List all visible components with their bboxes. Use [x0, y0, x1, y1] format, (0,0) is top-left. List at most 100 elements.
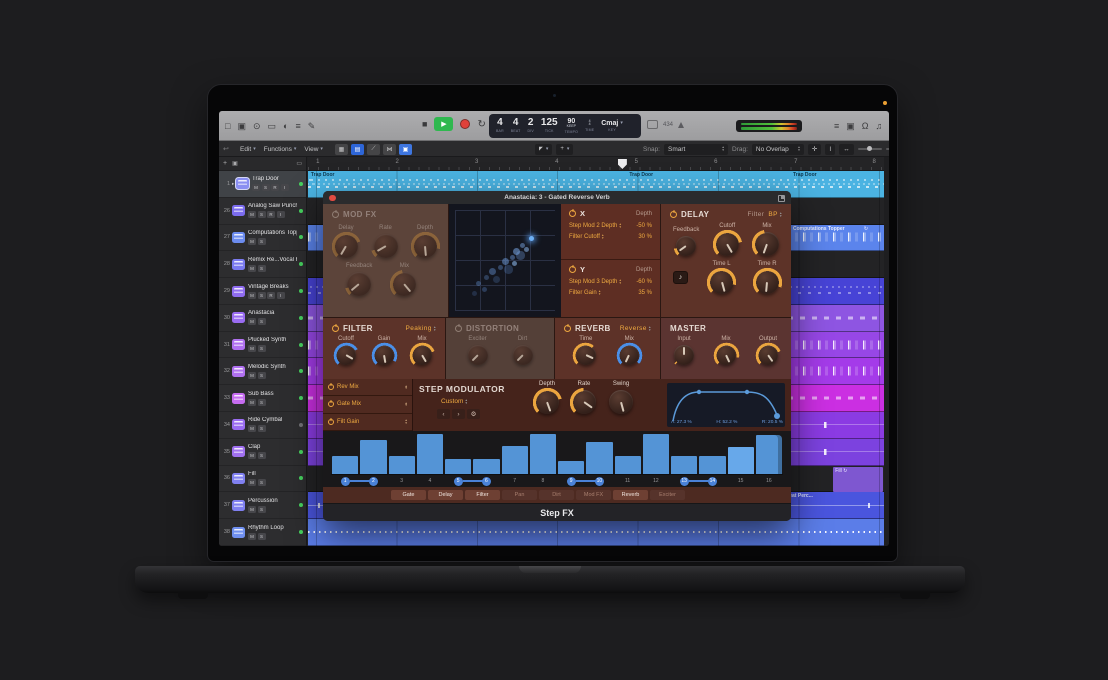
distortion-exciter-knob[interactable] [468, 345, 488, 365]
step-bar[interactable] [502, 446, 528, 474]
mute-button[interactable]: M [248, 399, 256, 406]
input-monitor-button[interactable]: I [277, 211, 285, 218]
step-bar[interactable] [332, 456, 358, 474]
step-column[interactable]: 3 [388, 434, 416, 487]
track-row[interactable]: 35 Clap M S [219, 439, 306, 466]
mute-button[interactable]: M [248, 238, 256, 245]
modulation-target-row[interactable]: Filt Gain ▴▾ [323, 414, 412, 431]
mixer-icon[interactable]: ≡ [295, 121, 300, 131]
delay-mix-knob[interactable] [755, 232, 779, 256]
delay-time-r-knob[interactable] [755, 270, 779, 294]
step-bar[interactable] [671, 456, 697, 474]
secondary-tool-menu[interactable]: +▾ [556, 144, 573, 155]
mod-fx-delay-knob[interactable] [334, 234, 358, 258]
media-browser-icon[interactable]: ♫ [876, 121, 883, 131]
x-power-icon[interactable] [569, 210, 576, 217]
delay-feedback-knob[interactable] [676, 236, 696, 256]
pointer-tool-menu[interactable]: ◤▾ [535, 144, 552, 155]
filter-mix-knob[interactable] [412, 345, 432, 365]
mute-button[interactable]: M [248, 265, 256, 272]
lcd-key[interactable]: Cmaj [601, 120, 618, 127]
step-bar[interactable] [615, 456, 641, 474]
close-icon[interactable] [329, 195, 336, 202]
step-column[interactable]: 8 [529, 434, 557, 487]
step-bar[interactable] [473, 459, 499, 474]
horizontal-zoom-slider[interactable] [858, 148, 882, 150]
step-bar[interactable] [728, 447, 754, 474]
track-row[interactable]: 27 Computations Topper M S [219, 225, 306, 252]
filter-gain-knob[interactable] [374, 345, 394, 365]
link-icon[interactable] [778, 195, 785, 202]
step-column[interactable]: 14 [698, 434, 726, 487]
plugin-titlebar[interactable]: Anastacia: 3 - Gated Reverse Verb [323, 191, 791, 204]
mute-button[interactable]: M [248, 452, 256, 459]
xy-pad[interactable] [449, 204, 561, 317]
snap-select[interactable]: Smart▴▾ [664, 144, 728, 155]
step-bar[interactable] [643, 434, 669, 474]
step-column[interactable]: 13 [670, 434, 698, 487]
solo-button[interactable]: S [258, 318, 266, 325]
solo-button[interactable]: S [258, 425, 266, 432]
step-column[interactable]: 16 [755, 434, 783, 487]
master-output-knob[interactable] [758, 345, 778, 365]
grid-view-icon[interactable]: ▦ [335, 144, 348, 155]
step-column[interactable]: 11 [614, 434, 642, 487]
solo-button[interactable]: S [258, 345, 266, 352]
target-power-icon[interactable] [328, 384, 334, 390]
solo-button[interactable]: S [258, 533, 266, 540]
functions-menu[interactable]: Functions▾ [261, 146, 300, 153]
fx-toggle-button[interactable]: Mod FX [576, 490, 611, 500]
step-column[interactable]: 12 [642, 434, 670, 487]
lcd-display[interactable]: 4BAR 4BEAT 2DIV 125TICK 90KEEPTEMPO 44TI… [489, 114, 641, 138]
back-icon[interactable]: ↩ [223, 145, 229, 153]
master-mix-knob[interactable] [716, 345, 736, 365]
y-power-icon[interactable] [569, 266, 576, 273]
piano-roll-view-icon[interactable]: ▤ [351, 144, 364, 155]
step-mod-swing-knob[interactable] [609, 390, 633, 414]
input-monitor-button[interactable]: I [277, 292, 285, 299]
timeline-ruler[interactable]: 1 2 3 4 5 6 7 [308, 157, 884, 171]
automation-view-icon[interactable]: ⟋ [367, 144, 380, 155]
fx-toggle-button[interactable]: Dirt [539, 490, 574, 500]
prev-preset-button[interactable]: ‹ [437, 409, 450, 419]
step-bar[interactable] [558, 461, 584, 474]
solo-button[interactable]: S [262, 184, 270, 191]
region-row[interactable] [308, 519, 884, 546]
marquee-view-icon[interactable]: ▣ [399, 144, 412, 155]
mute-button[interactable]: M [248, 533, 256, 540]
fx-toggle-button[interactable]: Exciter [650, 490, 685, 500]
track-row[interactable]: 36 Fill M S [219, 466, 306, 493]
stop-button[interactable]: ■ [422, 119, 427, 129]
fx-toggle-button[interactable]: Gate [391, 490, 426, 500]
resize-icon[interactable]: ↔ [839, 144, 854, 155]
step-bar[interactable] [360, 440, 386, 474]
track-row[interactable]: 28 Remix Re...Vocal FX M S [219, 251, 306, 278]
view-menu[interactable]: View▾ [301, 146, 326, 153]
step-column[interactable]: 5 [444, 434, 472, 487]
track-row[interactable]: 32 Melodic Synth M S [219, 358, 306, 385]
step-column[interactable]: 7 [501, 434, 529, 487]
crosshair-icon[interactable]: ✛ [808, 144, 821, 155]
reverb-power-icon[interactable] [564, 325, 571, 332]
target-power-icon[interactable] [328, 419, 334, 425]
tuner-icon[interactable] [678, 122, 684, 128]
track-row[interactable]: 31 Plucked Synth M S [219, 332, 306, 359]
solo-button[interactable]: S [258, 292, 266, 299]
mute-button[interactable]: M [248, 211, 256, 218]
scrollbar-track[interactable] [884, 157, 889, 546]
fx-toggle-button[interactable]: Pan [502, 490, 537, 500]
filter-power-icon[interactable] [332, 325, 339, 332]
loop-browser-icon[interactable]: Ω [862, 121, 869, 131]
step-bar[interactable] [530, 434, 556, 474]
fx-toggle-button[interactable]: Delay [428, 490, 463, 500]
step-mod-rate-knob[interactable] [572, 390, 596, 414]
mute-button[interactable]: M [248, 506, 256, 513]
envelope-display[interactable]: A: 27.3 % H: 52.2 % R: 20.5 % [667, 383, 785, 427]
track-row[interactable]: 30 Anastacia M S [219, 305, 306, 332]
edit-menu[interactable]: Edit▾ [237, 146, 259, 153]
step-column[interactable]: 15 [727, 434, 755, 487]
record-button[interactable] [460, 119, 470, 129]
step-bar[interactable] [586, 442, 612, 474]
modulation-target-row[interactable]: Rev Mix ▴▾ [323, 379, 412, 396]
solo-button[interactable]: S [258, 452, 266, 459]
